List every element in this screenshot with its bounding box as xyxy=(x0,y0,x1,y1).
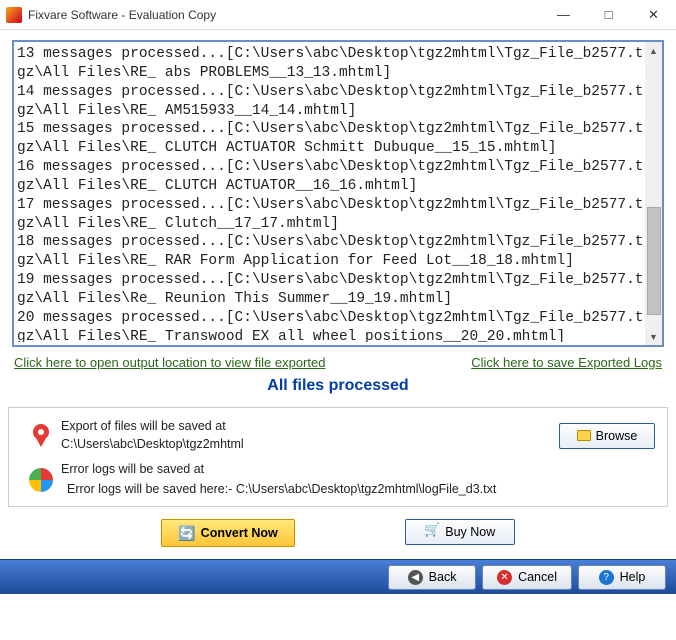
back-label: Back xyxy=(429,570,457,584)
log-content: 13 messages processed...[C:\Users\abc\De… xyxy=(17,45,659,342)
maximize-button[interactable]: □ xyxy=(586,0,631,30)
cancel-icon: ✕ xyxy=(497,570,512,585)
help-icon: ? xyxy=(599,570,614,585)
error-label: Error logs will be saved at xyxy=(61,461,655,479)
log-line: 16 messages processed...[C:\Users\abc\De… xyxy=(17,158,645,196)
help-label: Help xyxy=(620,570,646,584)
scrollbar[interactable]: ▲ ▼ xyxy=(645,42,662,345)
cancel-button[interactable]: ✕ Cancel xyxy=(482,565,572,590)
app-icon xyxy=(6,7,22,23)
export-path: C:\Users\abc\Desktop\tgz2mhtml xyxy=(61,436,559,454)
location-pin-icon xyxy=(32,424,50,448)
browse-label: Browse xyxy=(596,429,638,443)
convert-icon: 🔄 xyxy=(178,525,195,542)
log-textbox[interactable]: 13 messages processed...[C:\Users\abc\De… xyxy=(12,40,664,347)
footer-bar: ◀ Back ✕ Cancel ? Help xyxy=(0,559,676,594)
convert-label: Convert Now xyxy=(201,526,278,540)
browse-button[interactable]: Browse xyxy=(559,423,655,449)
folder-icon xyxy=(577,430,591,441)
cancel-label: Cancel xyxy=(518,570,557,584)
chart-icon xyxy=(29,468,53,492)
scroll-thumb[interactable] xyxy=(647,207,661,315)
log-line: 14 messages processed...[C:\Users\abc\De… xyxy=(17,83,645,121)
log-line: 15 messages processed...[C:\Users\abc\De… xyxy=(17,120,645,158)
titlebar: Fixvare Software - Evaluation Copy — □ ✕ xyxy=(0,0,676,30)
settings-panel: Export of files will be saved at C:\User… xyxy=(8,407,668,507)
log-line: 19 messages processed...[C:\Users\abc\De… xyxy=(17,271,645,309)
buy-label: Buy Now xyxy=(445,525,495,539)
log-line: 20 messages processed...[C:\Users\abc\De… xyxy=(17,309,645,342)
close-button[interactable]: ✕ xyxy=(631,0,676,30)
minimize-button[interactable]: — xyxy=(541,0,586,30)
export-label: Export of files will be saved at xyxy=(61,418,559,436)
status-label: All files processed xyxy=(12,375,664,407)
error-path: Error logs will be saved here:- C:\Users… xyxy=(67,481,655,499)
log-line: 17 messages processed...[C:\Users\abc\De… xyxy=(17,196,645,234)
help-button[interactable]: ? Help xyxy=(578,565,666,590)
buy-now-button[interactable]: Buy Now xyxy=(405,519,515,545)
cart-icon xyxy=(424,526,440,538)
log-line: 18 messages processed...[C:\Users\abc\De… xyxy=(17,233,645,271)
save-logs-link[interactable]: Click here to save Exported Logs xyxy=(471,355,662,370)
back-icon: ◀ xyxy=(408,570,423,585)
back-button[interactable]: ◀ Back xyxy=(388,565,476,590)
scroll-track[interactable] xyxy=(645,59,662,328)
window-title: Fixvare Software - Evaluation Copy xyxy=(28,8,541,22)
scroll-up-icon[interactable]: ▲ xyxy=(645,42,662,59)
convert-now-button[interactable]: 🔄 Convert Now xyxy=(161,519,295,547)
log-line: 13 messages processed...[C:\Users\abc\De… xyxy=(17,45,645,83)
open-output-link[interactable]: Click here to open output location to vi… xyxy=(14,355,325,370)
scroll-down-icon[interactable]: ▼ xyxy=(645,328,662,345)
